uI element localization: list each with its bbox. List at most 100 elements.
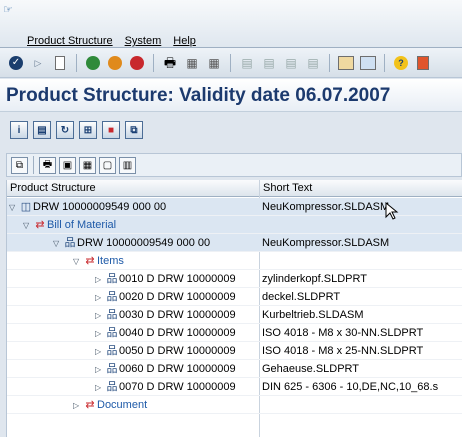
tree-row-short-text: NeuKompressor.SLDASM — [262, 237, 390, 249]
bill-of-material-icon: ⇄ — [35, 219, 45, 231]
tree-row[interactable]: ▷ ⇄ Document — [7, 396, 462, 414]
toolbar-separator — [230, 53, 231, 72]
tree-row-label: 0070 D DRW 10000009 — [119, 381, 236, 393]
tree-row-label: 0010 D DRW 10000009 — [119, 273, 236, 285]
tree-row-label: Bill of Material — [47, 219, 117, 231]
expand-arrow-icon[interactable]: ▷ — [95, 325, 105, 342]
tree-row-short-text — [262, 252, 462, 270]
hierarchy-icon: 品 — [106, 381, 118, 393]
tree-row[interactable]: ▷ 品 0030 D DRW 10000009 Kurbeltrieb.SLDASM — [7, 306, 462, 324]
expand-arrow-icon[interactable]: ▷ — [95, 307, 105, 324]
tree-row[interactable]: ▷ 品 0010 D DRW 10000009 zylinderkopf.SLDPR… — [7, 270, 462, 288]
new-session-icon[interactable] — [338, 55, 354, 71]
column-settings-icon[interactable]: ▦ — [79, 156, 96, 174]
hierarchy-icon: 品 — [106, 291, 118, 303]
tree-toolbar: ⧉ 🖶 ▣ ▦ ▢ ▥ — [6, 153, 462, 177]
tree-row[interactable]: ▷ 品 0040 D DRW 10000009 ISO 4018 - M8 x 30… — [7, 324, 462, 342]
system-menu-icon[interactable]: ☞ — [3, 4, 15, 16]
mouse-cursor-icon — [385, 202, 399, 220]
standard-toolbar: ✓ ▷ 🖶 ▦ ▦ ▤ ▤ ▤ ▤ ? — [0, 48, 462, 78]
tree-row-short-text: ISO 4018 - M8 x 25-NN.SLDPRT — [262, 345, 424, 357]
expand-icon[interactable]: ▣ — [59, 156, 76, 174]
expand-arrow-icon[interactable]: ▷ — [73, 397, 83, 414]
expand-arrow-icon[interactable]: ▷ — [95, 379, 105, 396]
command-field-arrow-icon[interactable]: ▷ — [30, 55, 46, 71]
tree-row-label: 0040 D DRW 10000009 — [119, 327, 236, 339]
tree-row-label: 0060 D DRW 10000009 — [119, 363, 236, 375]
tree-row[interactable]: ▷ 品 0050 D DRW 10000009 ISO 4018 - M8 x 25… — [7, 342, 462, 360]
collapse-arrow-icon[interactable]: ▽ — [23, 217, 33, 234]
toolbar-separator — [76, 53, 77, 72]
bill-of-material-icon: ⇄ — [85, 255, 95, 267]
find-next-icon[interactable]: ▦ — [206, 55, 222, 71]
toolbar-separator — [33, 156, 34, 174]
refresh-icon[interactable]: ↻ — [56, 121, 74, 139]
tree-row-short-text — [262, 396, 462, 414]
tree-row-label: Items — [97, 255, 124, 267]
info-icon[interactable]: i — [10, 121, 28, 139]
detail-icon[interactable]: ▤ — [33, 121, 51, 139]
collapse-icon[interactable]: ▢ — [99, 156, 116, 174]
menu-help[interactable]: Help — [173, 35, 196, 47]
binoculars-icon[interactable]: ⧉ — [11, 156, 28, 174]
menu-product-structure[interactable]: Product Structure — [27, 35, 113, 47]
binoculars-icon[interactable]: ⧉ — [125, 121, 143, 139]
tree-row-short-text: deckel.SLDPRT — [262, 291, 341, 303]
hierarchy-icon: 品 — [106, 309, 118, 321]
first-page-icon[interactable]: ▤ — [239, 55, 255, 71]
find-icon[interactable]: ▦ — [184, 55, 200, 71]
bill-of-material-icon: ⇄ — [85, 399, 95, 411]
title-bar: Product Structure: Validity date 06.07.2… — [0, 79, 462, 112]
hierarchy-icon: 品 — [106, 273, 118, 285]
tree-row-short-text: Gehaeuse.SLDPRT — [262, 363, 360, 375]
tree-row[interactable]: ▽ ⇄ Items — [7, 252, 462, 270]
tree-row-label: DRW 10000009549 000 00 — [77, 237, 211, 249]
tree-row-short-text — [262, 216, 462, 234]
expand-arrow-icon[interactable]: ▷ — [95, 361, 105, 378]
report-icon[interactable]: ■ — [102, 121, 120, 139]
toolbar-separator — [153, 53, 154, 72]
hierarchy-icon[interactable]: ⊞ — [79, 121, 97, 139]
cancel-icon[interactable] — [129, 55, 145, 71]
product-structure-tree: Product Structure Short Text ▽ ◫ DRW 10000… — [6, 180, 462, 437]
expand-arrow-icon[interactable]: ▷ — [95, 343, 105, 360]
menu-system[interactable]: System — [125, 35, 162, 47]
tree-row[interactable]: ▽ 品 DRW 10000009549 000 00 NeuKompressor.S… — [7, 234, 462, 252]
print-icon[interactable]: 🖶 — [39, 156, 56, 174]
column-header-short-text[interactable]: Short Text — [260, 180, 312, 197]
menu-bar: ☞ Product Structure System Help — [0, 0, 462, 48]
shortcut-icon[interactable] — [360, 55, 376, 71]
tree-row[interactable]: ▷ 品 0070 D DRW 10000009 DIN 625 - 6306 - 1… — [7, 378, 462, 396]
tree-row-label: Document — [97, 399, 148, 411]
tree-row-label: 0050 D DRW 10000009 — [119, 345, 236, 357]
command-field-dropdown-icon[interactable] — [52, 55, 68, 71]
help-icon[interactable]: ? — [393, 55, 409, 71]
hierarchy-icon: 品 — [106, 345, 118, 357]
exit-icon[interactable] — [107, 55, 123, 71]
expand-arrow-icon[interactable]: ▷ — [95, 271, 105, 288]
back-icon[interactable] — [85, 55, 101, 71]
collapse-arrow-icon[interactable]: ▽ — [9, 199, 19, 216]
layout-menu-icon[interactable] — [415, 55, 431, 71]
previous-page-icon[interactable]: ▤ — [261, 55, 277, 71]
tree-row-short-text: zylinderkopf.SLDPRT — [262, 273, 367, 285]
layout-icon[interactable]: ▥ — [119, 156, 136, 174]
next-page-icon[interactable]: ▤ — [283, 55, 299, 71]
tree-row-short-text: NeuKompressor.SLDASM — [262, 201, 390, 213]
page-title: Product Structure: Validity date 06.07.2… — [6, 85, 391, 106]
hierarchy-icon: 品 — [106, 363, 118, 375]
menu: Product Structure System Help — [27, 35, 196, 47]
collapse-arrow-icon[interactable]: ▽ — [53, 235, 63, 252]
print-icon[interactable]: 🖶 — [162, 55, 178, 71]
enter-checkmark-icon[interactable]: ✓ — [8, 55, 24, 71]
last-page-icon[interactable]: ▤ — [305, 55, 321, 71]
hierarchy-icon: 品 — [64, 237, 76, 249]
document-info-record-icon: ◫ — [20, 201, 32, 213]
column-header-product-structure[interactable]: Product Structure — [7, 180, 96, 197]
tree-row[interactable]: ▷ 品 0060 D DRW 10000009 Gehaeuse.SLDPRT — [7, 360, 462, 378]
expand-arrow-icon[interactable]: ▷ — [95, 289, 105, 306]
tree-row-short-text: Kurbeltrieb.SLDASM — [262, 309, 364, 321]
grid-header: Product Structure Short Text — [7, 180, 462, 197]
tree-row[interactable]: ▷ 品 0020 D DRW 10000009 deckel.SLDPRT — [7, 288, 462, 306]
collapse-arrow-icon[interactable]: ▽ — [73, 253, 83, 270]
